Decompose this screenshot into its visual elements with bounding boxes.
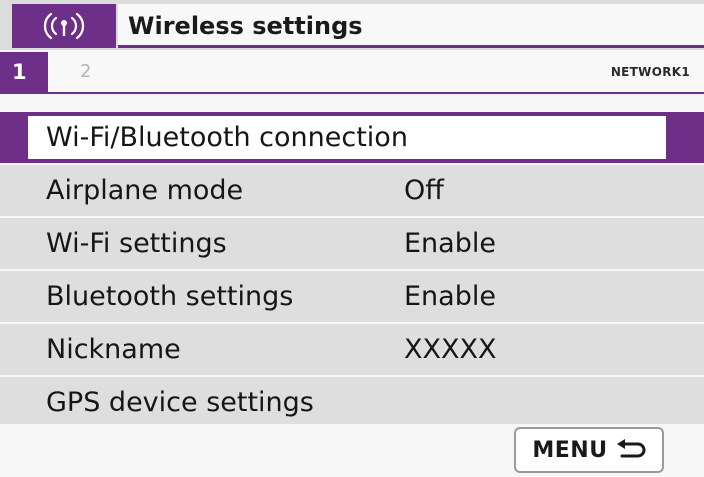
settings-menu-list: Wi-Fi/Bluetooth connection Airplane mode… xyxy=(0,112,704,430)
menu-item-wifi-bluetooth-connection[interactable]: Wi-Fi/Bluetooth connection xyxy=(0,112,704,163)
menu-item-label: Bluetooth settings xyxy=(46,281,294,312)
tab-page-name: NETWORK1 xyxy=(610,65,690,79)
menu-item-label: Nickname xyxy=(46,334,181,365)
menu-item-bluetooth-settings[interactable]: Bluetooth settings Enable xyxy=(0,271,704,322)
menu-item-value: XXXXX xyxy=(404,334,497,365)
menu-item-label: Airplane mode xyxy=(46,175,244,206)
page-title: Wireless settings xyxy=(118,4,704,48)
bottom-bar: MENU xyxy=(0,424,704,477)
menu-item-label: Wi-Fi settings xyxy=(46,228,227,259)
menu-item-airplane-mode[interactable]: Airplane mode Off xyxy=(0,165,704,216)
menu-item-wifi-settings[interactable]: Wi-Fi settings Enable xyxy=(0,218,704,269)
return-arrow-icon xyxy=(616,439,646,458)
menu-button-label: MENU xyxy=(532,437,608,463)
camera-menu-screen: Wireless settings 1 2 NETWORK1 Wi-Fi/Blu… xyxy=(0,0,704,477)
menu-back-button[interactable]: MENU xyxy=(514,427,664,473)
menu-item-value: Enable xyxy=(404,281,496,312)
menu-item-label: Wi-Fi/Bluetooth connection xyxy=(46,122,408,153)
wireless-signal-icon xyxy=(43,12,85,40)
menu-item-value: Enable xyxy=(404,228,496,259)
wireless-tab-icon-box xyxy=(12,4,116,48)
tab-strip: 1 2 NETWORK1 xyxy=(0,52,704,94)
menu-item-label: GPS device settings xyxy=(46,387,314,418)
menu-item-gps-device-settings[interactable]: GPS device settings xyxy=(0,377,704,428)
menu-item-nickname[interactable]: Nickname XXXXX xyxy=(0,324,704,375)
tab-2[interactable]: 2 xyxy=(80,52,91,92)
tab-1[interactable]: 1 xyxy=(0,52,48,92)
menu-item-value: Off xyxy=(404,175,444,206)
header-bar: Wireless settings xyxy=(0,0,704,50)
